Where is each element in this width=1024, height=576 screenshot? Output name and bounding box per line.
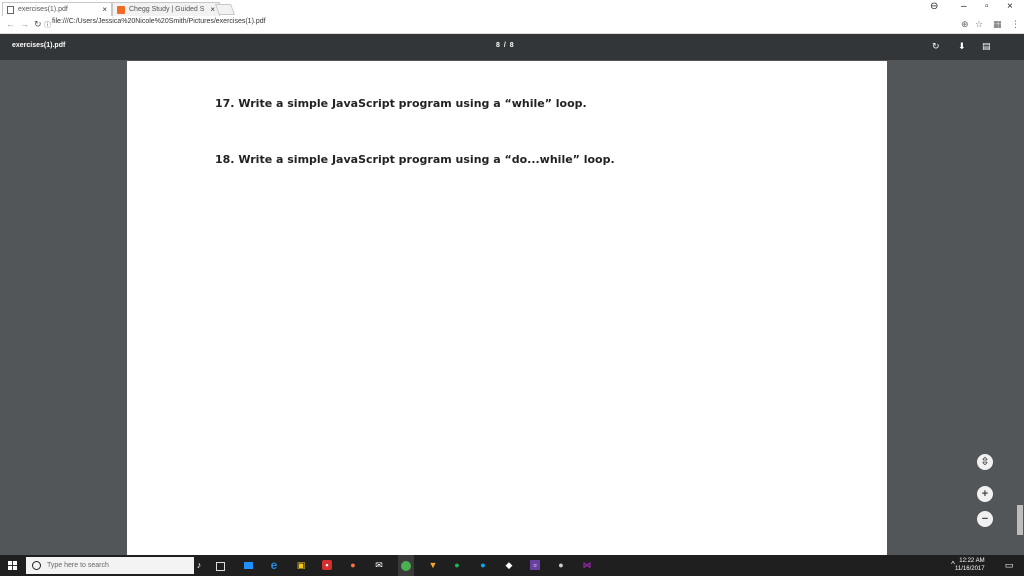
file-explorer-icon[interactable] (244, 562, 253, 569)
forward-arrow-icon[interactable]: → (20, 19, 29, 29)
scrollbar-thumb[interactable] (1017, 505, 1023, 535)
zoom-in-button[interactable]: + (977, 486, 993, 502)
pdf-toolbar: exercises(1).pdf 8 / 8 ↻ ⬇ ▤ (0, 34, 1024, 60)
search-placeholder: Type here to search (47, 562, 109, 569)
question-18: 18. Write a simple JavaScript program us… (215, 153, 615, 166)
edge-icon[interactable]: e (269, 559, 279, 571)
taskbar: Type here to search ♪ e ▣ ▪ ● ✉ ▼ ● ● ◆ … (0, 555, 1024, 576)
close-window-button[interactable]: × (1007, 1, 1013, 12)
document-icon (7, 5, 14, 14)
discord-icon[interactable]: ● (556, 560, 566, 570)
zoom-icon[interactable]: ⊕ (961, 19, 969, 30)
pdf-title: exercises(1).pdf (12, 42, 66, 49)
close-tab-icon[interactable]: × (102, 5, 107, 14)
tab-strip: exercises(1).pdf × Chegg Study | Guided … (0, 0, 1024, 16)
back-arrow-icon[interactable]: ← (6, 19, 15, 29)
windows-start-icon[interactable] (8, 561, 17, 570)
zoom-out-button[interactable]: − (977, 511, 993, 527)
pdf-page: 17. Write a simple JavaScript program us… (127, 61, 887, 555)
taskbar-clock[interactable]: 12:22 AM 11/16/2017 (955, 557, 985, 573)
address-bar: ← → ↻ ⓘ file:///C:/Users/Jessica%20Nicol… (0, 16, 1024, 34)
taskbar-search-box[interactable]: Type here to search (26, 557, 194, 574)
download-icon[interactable]: ⬇ (958, 41, 966, 52)
visual-studio-icon[interactable]: ⋈ (582, 560, 592, 570)
gift-icon[interactable]: ▪ (322, 560, 332, 570)
media-icon[interactable]: ● (348, 560, 358, 570)
clock-time: 12:22 AM (959, 558, 985, 564)
extension-icon[interactable]: ▦ (993, 19, 1002, 30)
user-profile-icon[interactable]: ⊖ (930, 1, 938, 12)
vlc-icon[interactable]: ▼ (428, 560, 438, 570)
spotify-icon[interactable]: ● (452, 560, 462, 570)
page-indicator[interactable]: 8 / 8 (496, 42, 515, 49)
skype-icon[interactable]: ● (478, 560, 488, 570)
fit-to-page-button[interactable]: ⇳ (977, 454, 993, 470)
rotate-icon[interactable]: ↻ (932, 41, 940, 52)
tab-label: Chegg Study | Guided S (129, 6, 205, 13)
tab-label: exercises(1).pdf (18, 6, 68, 13)
chrome-icon[interactable] (398, 555, 414, 576)
bookmark-star-icon[interactable]: ☆ (975, 19, 983, 30)
close-tab-icon[interactable]: × (210, 5, 215, 14)
maximize-button[interactable]: ▫ (985, 1, 989, 12)
url-field[interactable]: file:///C:/Users/Jessica%20Nicole%20Smit… (52, 18, 266, 25)
chegg-icon (117, 5, 125, 14)
notifications-icon[interactable]: ▭ (1004, 560, 1014, 570)
tab-chegg[interactable]: Chegg Study | Guided S × (112, 2, 220, 16)
tab-exercises-pdf[interactable]: exercises(1).pdf × (2, 2, 112, 16)
app-icon[interactable]: ▫ (530, 560, 540, 570)
mail-icon[interactable]: ✉ (374, 560, 384, 570)
store-icon[interactable]: ▣ (296, 560, 306, 570)
new-tab-button[interactable] (214, 4, 236, 15)
menu-icon[interactable]: ⋮ (1011, 19, 1020, 30)
microphone-icon[interactable]: ♪ (194, 560, 204, 570)
print-icon[interactable]: ▤ (982, 41, 991, 52)
reload-icon[interactable]: ↻ (34, 19, 42, 30)
task-view-icon[interactable] (216, 562, 225, 571)
steam-icon[interactable]: ◆ (504, 560, 514, 570)
info-icon[interactable]: ⓘ (44, 20, 51, 30)
minimize-button[interactable]: – (961, 1, 967, 12)
cortana-icon (32, 561, 41, 570)
question-17: 17. Write a simple JavaScript program us… (215, 97, 587, 110)
clock-date: 11/16/2017 (955, 566, 985, 572)
